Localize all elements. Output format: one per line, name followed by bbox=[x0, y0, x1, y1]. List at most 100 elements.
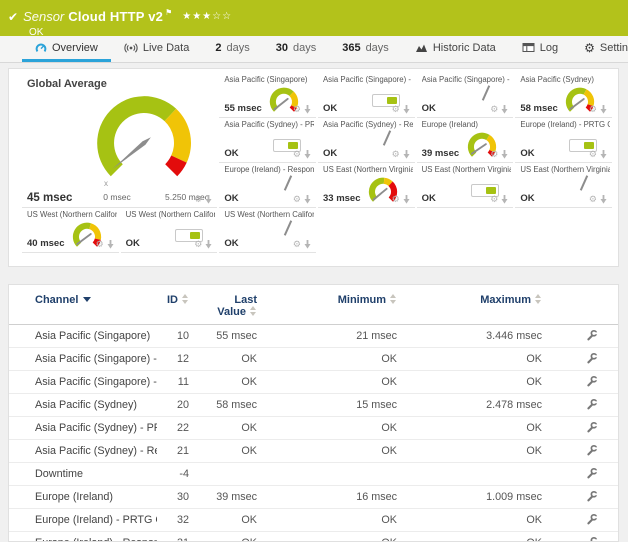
pin-icon[interactable] bbox=[501, 105, 508, 114]
table-row[interactable]: Asia Pacific (Sydney) - Re... 21 OK OK O… bbox=[9, 440, 619, 463]
gauge-tile[interactable]: Europe (Ireland) - PRTG Cloud... OK ⚙ bbox=[515, 118, 612, 163]
wrench-icon[interactable] bbox=[586, 490, 598, 502]
gauge-value: 40 msec bbox=[27, 238, 65, 249]
tab-2-days[interactable]: 2 days bbox=[202, 36, 262, 62]
table-row[interactable]: Europe (Ireland) - PRTG Cl... 32 OK OK O… bbox=[9, 509, 619, 532]
gear-icon[interactable]: ⚙ bbox=[293, 195, 301, 204]
gauge-tile[interactable]: Europe (Ireland) 39 msec ⚙ bbox=[417, 118, 514, 163]
column-header-id[interactable]: ID bbox=[157, 285, 197, 325]
wrench-icon[interactable] bbox=[586, 513, 598, 525]
gear-icon[interactable]: ⚙ bbox=[392, 150, 400, 159]
table-row[interactable]: Asia Pacific (Singapore) 10 55 msec 21 m… bbox=[9, 325, 619, 348]
pin-icon[interactable] bbox=[501, 150, 508, 159]
column-header-maximum[interactable]: Maximum bbox=[405, 285, 550, 325]
wrench-icon[interactable] bbox=[586, 444, 598, 456]
pin-icon[interactable] bbox=[600, 195, 607, 204]
tab-30-days[interactable]: 30 days bbox=[263, 36, 330, 62]
pin-icon[interactable] bbox=[205, 195, 212, 204]
pin-icon[interactable] bbox=[304, 240, 311, 249]
wrench-icon[interactable] bbox=[586, 398, 598, 410]
tab-live-data[interactable]: Live Data bbox=[111, 36, 202, 62]
cell-last-value: 55 msec bbox=[197, 325, 265, 348]
gear-icon[interactable]: ⚙ bbox=[194, 240, 202, 249]
tab-overview[interactable]: Overview bbox=[22, 36, 111, 62]
gauge-tile[interactable]: Asia Pacific (Sydney) 58 msec ⚙ bbox=[515, 73, 612, 118]
wrench-icon[interactable] bbox=[586, 421, 598, 433]
gear-icon[interactable]: ⚙ bbox=[490, 195, 498, 204]
gear-icon[interactable]: ⚙ bbox=[589, 195, 597, 204]
gauge-tile[interactable]: Asia Pacific (Sydney) - PRTG ... OK ⚙ bbox=[219, 118, 316, 163]
tab-settings[interactable]: ⚙ Settings bbox=[571, 36, 628, 62]
pin-icon[interactable] bbox=[304, 195, 311, 204]
gauge-tile[interactable]: Asia Pacific (Singapore) - Res... OK ⚙ bbox=[417, 73, 514, 118]
table-row[interactable]: Asia Pacific (Sydney) - PR... 22 OK OK O… bbox=[9, 417, 619, 440]
table-row[interactable]: Europe (Ireland) - Respon... 31 OK OK OK bbox=[9, 532, 619, 542]
log-icon bbox=[522, 42, 535, 53]
cell-channel: Downtime bbox=[9, 463, 157, 486]
gear-icon[interactable]: ⚙ bbox=[293, 150, 301, 159]
cell-maximum: 3.446 msec bbox=[405, 325, 550, 348]
column-header-channel[interactable]: Channel bbox=[9, 285, 157, 325]
gauge-tile[interactable]: Asia Pacific (Singapore) - PR... OK ⚙ bbox=[318, 73, 415, 118]
gauge-tile[interactable]: US East (Northern Virginia) - ... OK ⚙ bbox=[515, 163, 612, 208]
tab-365-days[interactable]: 365 days bbox=[329, 36, 402, 62]
table-row[interactable]: Downtime -4 bbox=[9, 463, 619, 486]
table-row[interactable]: Asia Pacific (Sydney) 20 58 msec 15 msec… bbox=[9, 394, 619, 417]
gauge-value: OK bbox=[126, 238, 140, 249]
pin-icon[interactable] bbox=[600, 105, 607, 114]
pin-icon[interactable] bbox=[304, 150, 311, 159]
gear-icon[interactable]: ⚙ bbox=[392, 195, 400, 204]
cell-last-value: OK bbox=[197, 509, 265, 532]
column-header-minimum[interactable]: Minimum bbox=[265, 285, 405, 325]
gauge-tile[interactable]: US East (Northern Virginia) - ... OK ⚙ bbox=[417, 163, 514, 208]
pin-icon[interactable] bbox=[107, 240, 114, 249]
gear-icon[interactable]: ⚙ bbox=[490, 105, 498, 114]
gauge-title: Asia Pacific (Sydney) - Respo... bbox=[323, 120, 413, 129]
gauge-tile[interactable]: US West (Northern California)... OK ⚙ bbox=[121, 208, 218, 253]
gauge-tile[interactable]: Asia Pacific (Singapore) 55 msec ⚙ bbox=[219, 73, 316, 118]
tab-historic-data[interactable]: Historic Data bbox=[402, 36, 509, 62]
gear-icon[interactable]: ⚙ bbox=[392, 105, 400, 114]
table-row[interactable]: Europe (Ireland) 30 39 msec 16 msec 1.00… bbox=[9, 486, 619, 509]
sort-icon bbox=[250, 306, 257, 316]
tab-log[interactable]: Log bbox=[509, 36, 571, 62]
pin-icon[interactable] bbox=[403, 150, 410, 159]
pin-icon[interactable] bbox=[205, 240, 212, 249]
flag-icon[interactable]: ⚑ bbox=[165, 8, 172, 17]
column-header-last-value[interactable]: Last Value bbox=[197, 285, 265, 325]
gauge-value: OK bbox=[422, 103, 436, 114]
gear-icon[interactable]: ⚙ bbox=[194, 195, 202, 204]
gear-icon[interactable]: ⚙ bbox=[589, 150, 597, 159]
gauge-title: US West (Northern California)... bbox=[126, 210, 216, 219]
pin-icon[interactable] bbox=[501, 195, 508, 204]
wrench-icon[interactable] bbox=[586, 375, 598, 387]
table-row[interactable]: Asia Pacific (Singapore) - ... 11 OK OK … bbox=[9, 371, 619, 394]
gear-icon[interactable]: ⚙ bbox=[293, 240, 301, 249]
tab-label: Log bbox=[540, 42, 558, 54]
table-header-row: Channel ID Last Value Minimum Maximum bbox=[9, 285, 619, 325]
gauge-tile[interactable]: Asia Pacific (Sydney) - Respo... OK ⚙ bbox=[318, 118, 415, 163]
cell-id: 31 bbox=[157, 532, 197, 542]
cell-id: 32 bbox=[157, 509, 197, 532]
wrench-icon[interactable] bbox=[586, 467, 598, 479]
cell-channel: Asia Pacific (Sydney) - PR... bbox=[9, 417, 157, 440]
pin-icon[interactable] bbox=[304, 105, 311, 114]
gear-icon[interactable]: ⚙ bbox=[490, 150, 498, 159]
pin-icon[interactable] bbox=[600, 150, 607, 159]
gauge-tile-global-average[interactable]: Global Average x 0 msec 5.250 msec 45 ms… bbox=[22, 73, 217, 208]
table-row[interactable]: Asia Pacific (Singapore) - ... 12 OK OK … bbox=[9, 348, 619, 371]
pin-icon[interactable] bbox=[403, 195, 410, 204]
wrench-icon[interactable] bbox=[586, 536, 598, 542]
gauge-tile[interactable]: US East (Northern Virginia) 33 msec ⚙ bbox=[318, 163, 415, 208]
wrench-icon[interactable] bbox=[586, 352, 598, 364]
gauge-tile[interactable]: US West (Northern California) 40 msec ⚙ bbox=[22, 208, 119, 253]
gauge-tile[interactable]: Europe (Ireland) - Response C... OK ⚙ bbox=[219, 163, 316, 208]
gear-icon[interactable]: ⚙ bbox=[293, 105, 301, 114]
wrench-icon[interactable] bbox=[586, 329, 598, 341]
pin-icon[interactable] bbox=[403, 105, 410, 114]
cell-id: 20 bbox=[157, 394, 197, 417]
priority-stars[interactable]: ★★★☆☆ bbox=[182, 11, 232, 22]
gauge-tile[interactable]: US West (Northern California)... OK ⚙ bbox=[219, 208, 316, 253]
gear-icon[interactable]: ⚙ bbox=[96, 240, 104, 249]
gear-icon[interactable]: ⚙ bbox=[589, 105, 597, 114]
